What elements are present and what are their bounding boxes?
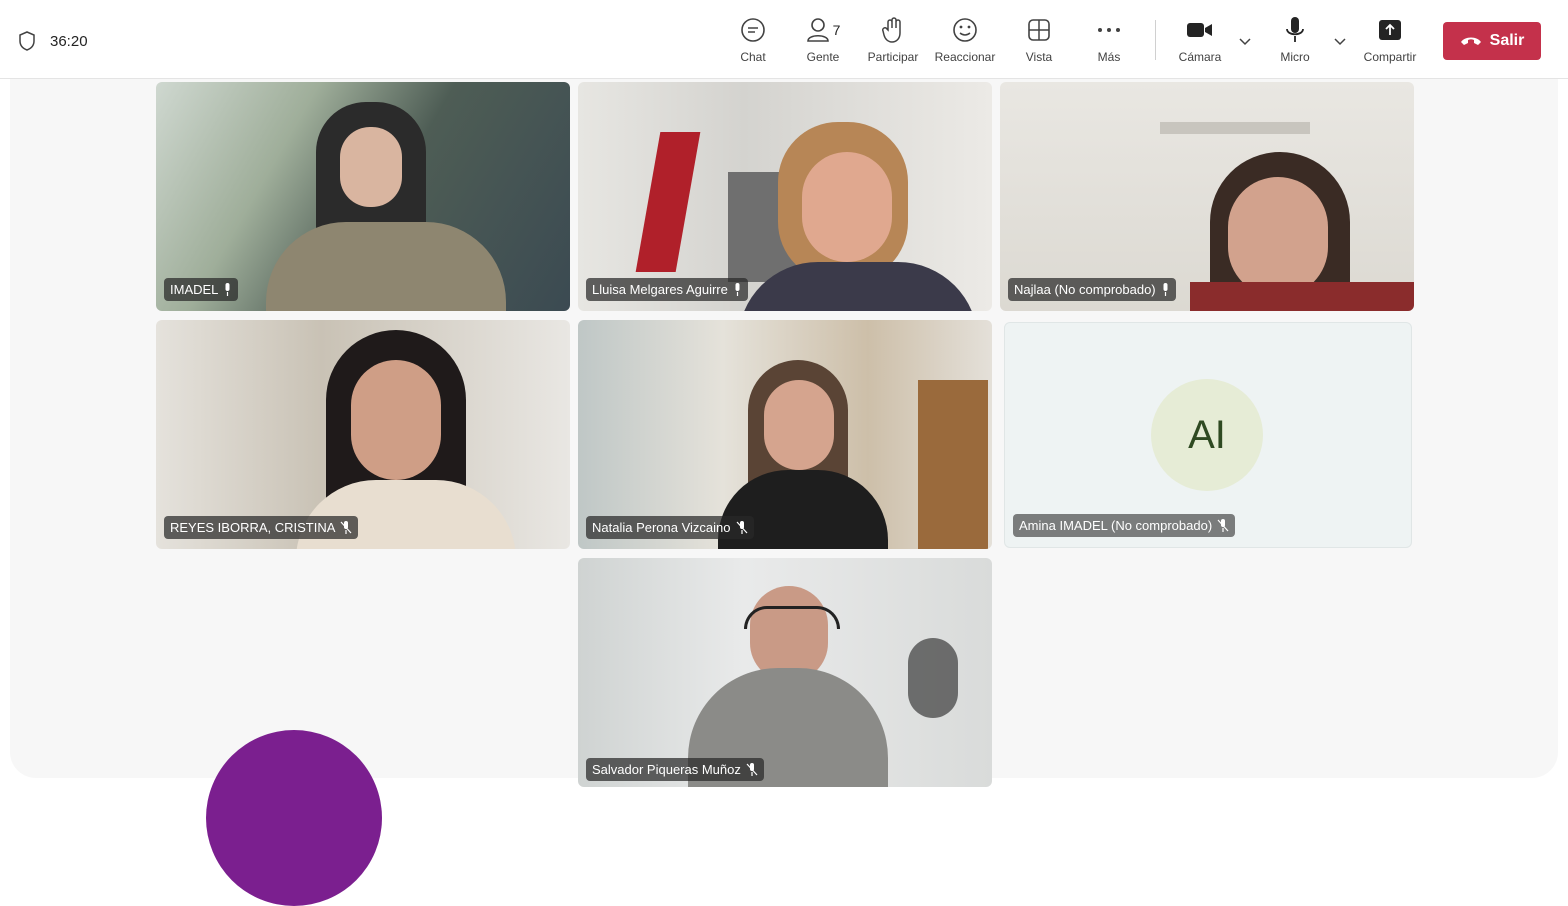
video-tile[interactable]: REYES IBORRA, CRISTINA — [156, 320, 570, 549]
camera-icon — [1186, 16, 1214, 44]
view-button[interactable]: Vista — [1004, 16, 1074, 64]
microphone-icon — [1285, 16, 1305, 44]
video-tile[interactable]: Najlaa (No comprobado) — [1000, 82, 1414, 311]
decorative-circle — [206, 730, 382, 906]
more-icon — [1096, 16, 1122, 44]
avatar: AI — [1151, 379, 1263, 491]
camera-options-chevron-down-icon[interactable] — [1238, 34, 1252, 52]
more-button[interactable]: Más — [1074, 16, 1144, 64]
video-tile-no-camera[interactable]: AI Amina IMADEL (No comprobado) — [1004, 322, 1412, 548]
people-count: 7 — [832, 22, 841, 38]
people-icon: 7 — [806, 16, 841, 44]
participant-name-tag: Najlaa (No comprobado) — [1008, 278, 1176, 301]
microphone-icon — [225, 283, 230, 296]
mic-muted-icon — [340, 521, 352, 534]
meeting-timer: 36:20 — [18, 31, 88, 51]
chat-icon — [739, 16, 767, 44]
video-tile[interactable]: IMADEL — [156, 82, 570, 311]
video-tile[interactable]: Salvador Piqueras Muñoz — [578, 558, 992, 787]
headset — [744, 606, 840, 629]
mic-muted-icon — [746, 763, 758, 776]
flag — [635, 132, 701, 272]
share-button[interactable]: Compartir — [1355, 16, 1425, 64]
react-button[interactable]: Reaccionar — [930, 16, 1000, 64]
microphone-icon — [1163, 283, 1168, 296]
microphone-icon — [735, 283, 740, 296]
meeting-toolbar: 36:20 Chat 7 Gente Participar Reaccionar… — [0, 0, 1568, 79]
toolbar-divider — [1155, 20, 1156, 60]
participant-name-tag: IMADEL — [164, 278, 239, 301]
chat-button[interactable]: Chat — [718, 16, 788, 64]
mic-muted-icon — [736, 521, 747, 534]
participant-name-tag: Amina IMADEL (No comprobado) — [1013, 514, 1236, 537]
grid-view-icon — [1027, 16, 1051, 44]
hand-icon — [881, 16, 905, 44]
phone-hangup-icon — [1460, 37, 1481, 45]
raise-hand-button[interactable]: Participar — [858, 16, 928, 64]
people-button[interactable]: 7 Gente — [788, 16, 858, 64]
smiley-icon — [951, 16, 979, 44]
leave-button[interactable]: Salir — [1443, 22, 1541, 60]
call-duration: 36:20 — [50, 32, 88, 50]
video-tile[interactable]: Natalia Perona Vizcaino — [578, 320, 992, 549]
mic-muted-icon — [1217, 519, 1229, 532]
participant-name-tag: REYES IBORRA, CRISTINA — [164, 516, 359, 539]
participant-name-tag: Natalia Perona Vizcaino — [586, 516, 754, 539]
microphone-button[interactable]: Micro — [1260, 16, 1330, 64]
camera-button[interactable]: Cámara — [1165, 16, 1235, 64]
shield-icon — [19, 31, 35, 51]
share-screen-icon — [1377, 16, 1403, 44]
video-tile[interactable]: Lluisa Melgares Aguirre — [578, 82, 992, 311]
mic-options-chevron-down-icon[interactable] — [1333, 34, 1347, 52]
participant-name-tag: Lluisa Melgares Aguirre — [586, 278, 748, 301]
